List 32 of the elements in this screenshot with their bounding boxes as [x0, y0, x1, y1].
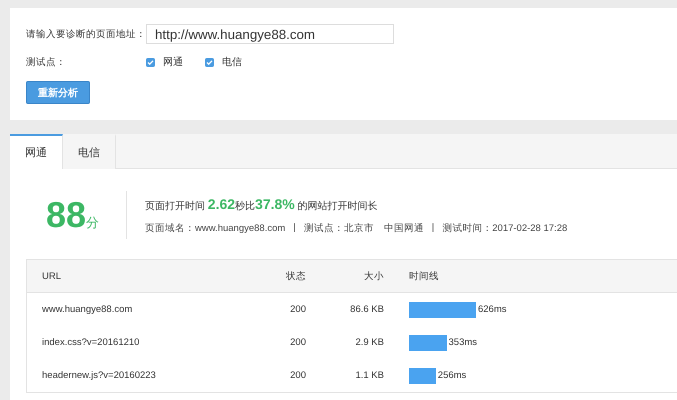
table-cell: 200: [254, 359, 307, 392]
separator: |: [432, 222, 434, 234]
meta-text: 页面域名：www.huangye88.com: [145, 222, 286, 234]
meta-text: 测试点：北京市 中国网通: [304, 222, 424, 234]
table-cell-text: 200: [289, 336, 307, 350]
score: 88分: [46, 194, 100, 236]
table-cell-text: 2.9 KB: [354, 336, 385, 350]
table-cell: 1.1 KB: [307, 359, 385, 392]
checkbox[interactable]: [146, 58, 155, 66]
column-header: 大小: [307, 260, 385, 292]
column-header: URL: [26, 260, 254, 292]
column-header: 时间线: [384, 260, 677, 292]
separator: |: [293, 222, 296, 234]
table-cell: www.huangye88.com: [26, 292, 254, 326]
tab[interactable]: 网通: [10, 134, 63, 169]
tab[interactable]: 电信: [63, 134, 116, 169]
duration: 256ms: [438, 370, 466, 380]
table-cell: headernew.js?v=20160223: [26, 359, 254, 392]
url-input[interactable]: http://www.huangye88.com: [146, 24, 394, 44]
duration: 626ms: [478, 304, 506, 314]
table-cell: 86.6 KB: [307, 292, 385, 326]
load-time-summary: 页面打开时间 2.62秒比37.8% 的网站打开时间长: [145, 196, 379, 212]
test-point-label: 测试点：: [26, 56, 67, 68]
duration: 353ms: [448, 336, 478, 348]
meta-text: 测试时间：2017-02-28 17:28: [442, 222, 568, 234]
checkbox[interactable]: [205, 58, 214, 66]
table-cell: index.css?v=20161210: [26, 326, 254, 359]
column-header: 状态: [254, 260, 307, 292]
table-cell: 200: [254, 292, 307, 326]
checkbox-label: 网通: [163, 56, 183, 69]
checkbox-label: 电信: [222, 56, 242, 69]
url-label: 请输入要诊断的页面地址：: [26, 28, 146, 40]
